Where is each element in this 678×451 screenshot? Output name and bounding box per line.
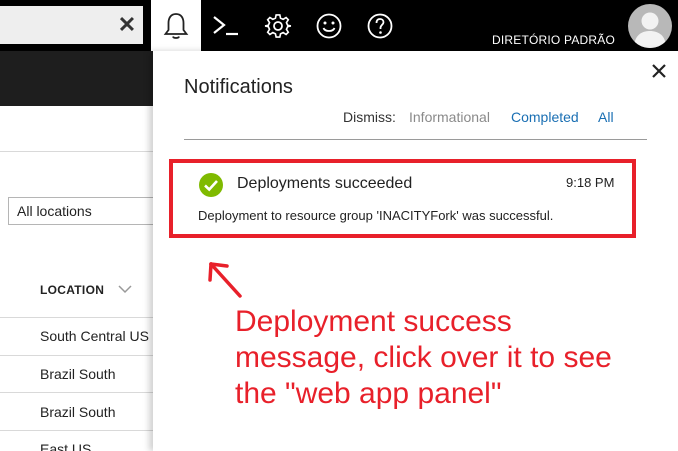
dismiss-informational-link[interactable]: Informational xyxy=(409,109,490,125)
top-bar: ✕ DIRETÓRIO PADRÃO xyxy=(0,0,678,51)
annotation-text: Deployment success message, click over i… xyxy=(235,304,665,412)
success-check-icon xyxy=(199,173,223,197)
chevron-down-icon[interactable] xyxy=(117,282,133,296)
notifications-title: Notifications xyxy=(184,76,293,98)
cloud-shell-button[interactable] xyxy=(201,0,251,51)
notification-item[interactable]: Deployments succeeded 9:18 PM Deployment… xyxy=(169,159,636,238)
table-row-location[interactable]: Brazil South xyxy=(40,404,115,420)
avatar[interactable] xyxy=(628,4,672,48)
table-row-location[interactable]: East US xyxy=(40,441,91,451)
search-input[interactable]: ✕ xyxy=(0,6,143,44)
divider xyxy=(184,139,647,140)
question-icon xyxy=(367,13,393,38)
smiley-icon xyxy=(316,13,342,38)
clear-search-icon[interactable]: ✕ xyxy=(113,10,141,40)
settings-button[interactable] xyxy=(253,0,303,51)
notification-title: Deployments succeeded xyxy=(237,175,413,192)
table-row-location[interactable]: Brazil South xyxy=(40,366,115,382)
divider xyxy=(0,317,160,318)
table-row-location[interactable]: South Central US xyxy=(40,328,149,344)
blade-header-band xyxy=(0,51,160,106)
location-column-header[interactable]: LOCATION xyxy=(40,283,104,297)
annotation-line: the "web app panel" xyxy=(235,377,502,410)
location-filter-dropdown[interactable]: All locations xyxy=(8,197,158,225)
dismiss-label: Dismiss: xyxy=(343,109,396,125)
annotation-line: message, click over it to see xyxy=(235,341,612,374)
divider xyxy=(0,355,160,356)
notifications-button[interactable] xyxy=(151,0,201,51)
notification-message: Deployment to resource group 'INACITYFor… xyxy=(198,208,554,223)
user-avatar-icon xyxy=(634,12,666,48)
terminal-icon xyxy=(213,15,238,35)
annotation-arrow-icon xyxy=(208,262,242,298)
gear-icon xyxy=(264,13,292,38)
directory-label[interactable]: DIRETÓRIO PADRÃO xyxy=(492,33,615,47)
annotation-line: Deployment success xyxy=(235,305,512,338)
divider xyxy=(0,151,160,152)
notification-time: 9:18 PM xyxy=(566,175,615,190)
help-button[interactable] xyxy=(355,0,405,51)
dismiss-completed-link[interactable]: Completed xyxy=(511,109,579,125)
dismiss-all-link[interactable]: All xyxy=(598,109,614,125)
resource-list-panel xyxy=(0,106,160,451)
bell-icon xyxy=(163,12,189,39)
divider xyxy=(0,430,160,431)
feedback-button[interactable] xyxy=(304,0,354,51)
close-icon[interactable] xyxy=(648,60,670,82)
divider xyxy=(0,392,160,393)
